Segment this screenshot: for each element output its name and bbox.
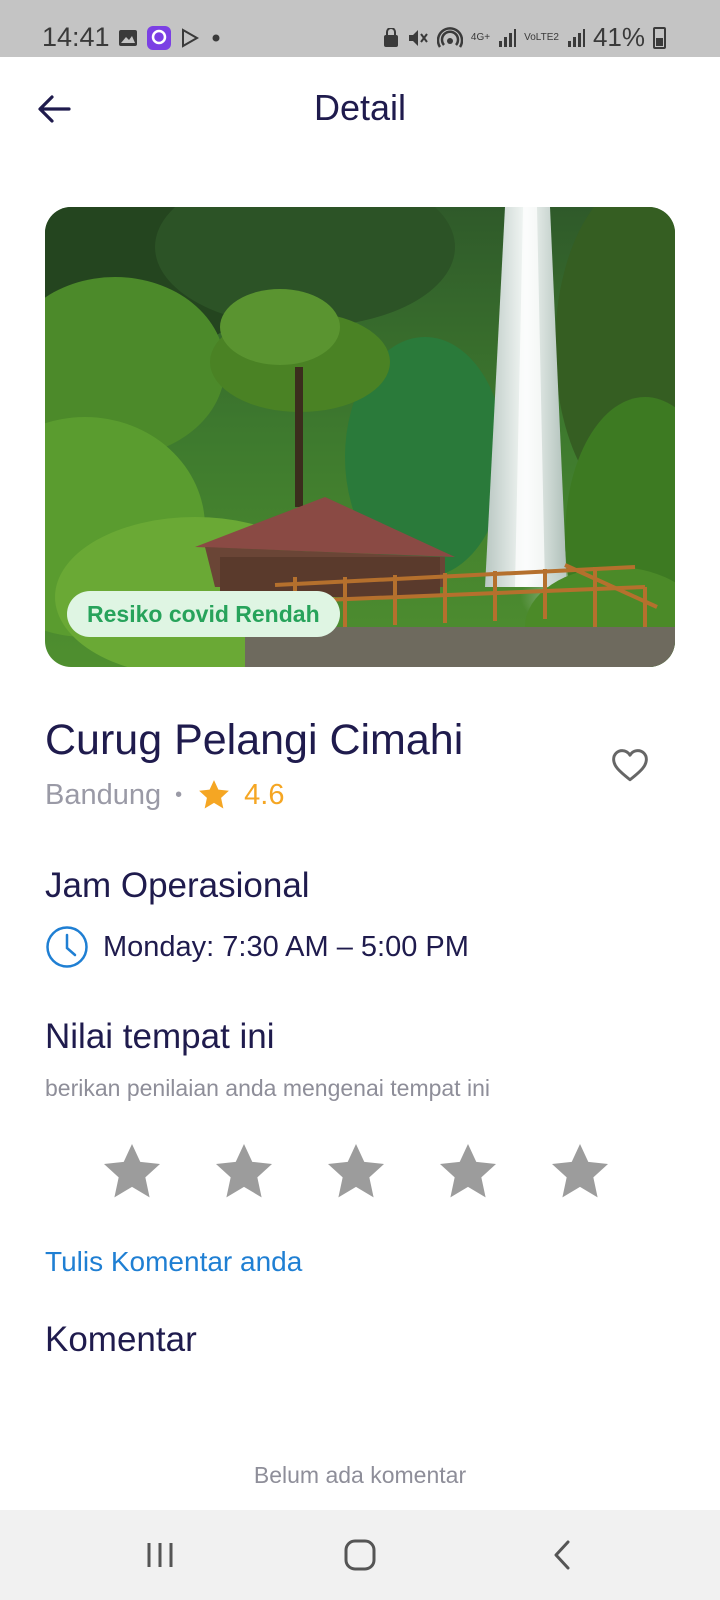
recent-apps-button[interactable] [130, 1532, 190, 1578]
rating-input [100, 1140, 612, 1204]
heart-outline-icon [612, 749, 648, 782]
app-notification-icon [147, 26, 171, 50]
place-meta: Bandung • 4.6 [45, 778, 284, 812]
clock-icon [46, 926, 88, 968]
rate-star-2[interactable] [212, 1140, 276, 1204]
network-label-2: VoLTE2 [524, 31, 559, 43]
write-comment-link[interactable]: Tulis Komentar anda [45, 1246, 302, 1278]
comments-title: Komentar [45, 1320, 197, 1359]
signal-icon-2 [567, 28, 585, 47]
hours-text: Monday: 7:30 AM – 5:00 PM [103, 930, 469, 963]
battery-percent: 41% [592, 22, 645, 52]
home-icon [344, 1539, 376, 1571]
rate-star-1[interactable] [100, 1140, 164, 1204]
battery-icon [653, 26, 666, 49]
place-city: Bandung [45, 778, 162, 811]
app-header: Detail [0, 57, 720, 167]
place-photo: Resiko covid Rendah [45, 207, 675, 667]
favorite-button[interactable] [607, 742, 653, 788]
home-button[interactable] [330, 1532, 390, 1578]
star-icon [199, 780, 230, 809]
rate-subtitle: berikan penilaian anda mengenai tempat i… [45, 1075, 490, 1101]
recent-apps-icon [147, 1543, 173, 1567]
signal-icon [499, 28, 517, 47]
system-nav-bar [0, 1510, 720, 1600]
status-system-icons: 4G+ VoLTE2 41% [383, 22, 666, 53]
status-bar: 14:41 4G+ VoLTE2 41% [0, 0, 720, 57]
rate-star-3[interactable] [324, 1140, 388, 1204]
place-name: Curug Pelangi Cimahi [45, 716, 464, 764]
status-notification-icons [118, 26, 223, 50]
hours-title: Jam Operasional [45, 866, 310, 905]
hours-row: Monday: 7:30 AM – 5:00 PM [45, 925, 469, 969]
rate-title: Nilai tempat ini [45, 1017, 275, 1056]
network-label-1: 4G+ [470, 31, 491, 43]
hotspot-icon [436, 26, 463, 48]
place-rating: 4.6 [244, 778, 285, 811]
alarm-lock-icon [383, 27, 398, 47]
status-time: 14:41 [42, 22, 110, 52]
mute-icon [408, 29, 428, 46]
empty-comments-text: Belum ada komentar [253, 1462, 467, 1488]
meta-separator: • [175, 783, 183, 806]
gallery-icon [119, 30, 137, 46]
more-dot-icon [212, 34, 220, 42]
rate-star-4[interactable] [436, 1140, 500, 1204]
page-title: Detail [313, 87, 407, 128]
system-back-button[interactable] [532, 1532, 592, 1578]
back-chevron-icon [554, 1540, 570, 1570]
play-store-icon [182, 28, 200, 48]
covid-risk-badge: Resiko covid Rendah [67, 591, 340, 637]
rate-star-5[interactable] [548, 1140, 612, 1204]
